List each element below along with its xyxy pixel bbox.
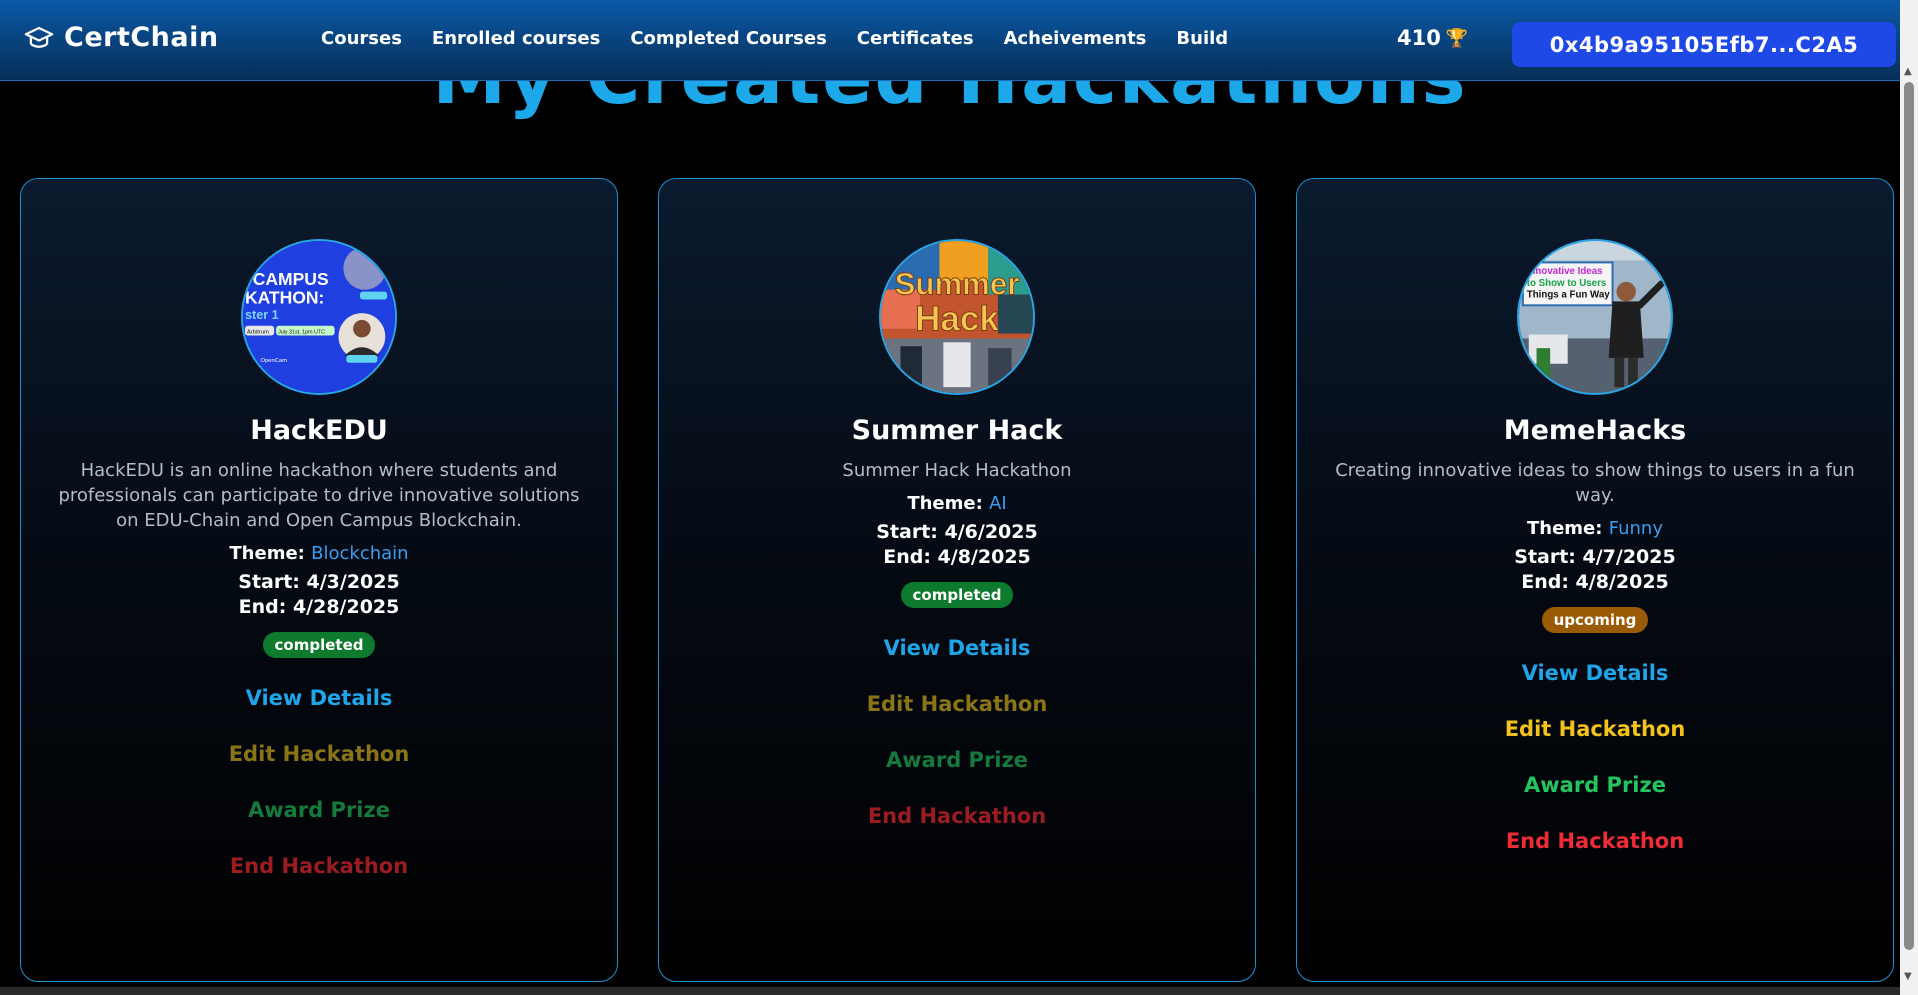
hackathon-dates: Start: 4/6/2025 End: 4/8/2025	[876, 520, 1037, 570]
brand-logo[interactable]: CertChain	[24, 22, 219, 53]
nav-links: Courses Enrolled courses Completed Cours…	[321, 28, 1228, 49]
award-prize-button[interactable]: Award Prize	[1524, 773, 1666, 797]
end-date: End: 4/8/2025	[883, 546, 1031, 568]
theme-value: AI	[989, 493, 1007, 514]
hackathon-dates: Start: 4/7/2025 End: 4/8/2025	[1514, 545, 1675, 595]
nav-build[interactable]: Build	[1176, 28, 1228, 49]
theme-value: Funny	[1608, 518, 1663, 539]
scroll-up-arrow-icon[interactable]: ▲	[1904, 66, 1912, 77]
bottom-edge	[0, 987, 1900, 995]
hackathon-card-memehacks: Innovative Ideas to Show to Users Things…	[1296, 178, 1894, 982]
theme-value: Blockchain	[311, 543, 409, 564]
award-prize-button[interactable]: Award Prize	[886, 748, 1028, 772]
edit-hackathon-button[interactable]: Edit Hackathon	[229, 742, 410, 766]
end-date: End: 4/8/2025	[1521, 571, 1669, 593]
svg-text:ster 1: ster 1	[245, 308, 279, 322]
hackathon-cards: CAMPUS KATHON: ster 1 Arbitrum July 31st…	[20, 178, 1894, 982]
svg-text:Hack: Hack	[915, 300, 999, 339]
top-navbar: CertChain Courses Enrolled courses Compl…	[0, 0, 1900, 81]
view-details-button[interactable]: View Details	[246, 686, 393, 710]
hackathon-card-hackedu: CAMPUS KATHON: ster 1 Arbitrum July 31st…	[20, 178, 618, 982]
svg-text:Things a Fun Way: Things a Fun Way	[1527, 290, 1611, 301]
award-prize-button[interactable]: Award Prize	[248, 798, 390, 822]
svg-text:to Show to Users: to Show to Users	[1527, 278, 1607, 289]
brand-name: CertChain	[64, 22, 219, 53]
svg-text:Summer: Summer	[895, 267, 1020, 302]
svg-text:Innovative Ideas: Innovative Ideas	[1527, 266, 1603, 277]
summer-hack-banner-image: Summer Hack	[881, 241, 1033, 393]
nav-completed-courses[interactable]: Completed Courses	[630, 28, 826, 49]
scrollbar-thumb[interactable]	[1904, 82, 1914, 950]
status-badge: completed	[900, 582, 1014, 608]
hackathon-theme: Theme: Blockchain	[229, 541, 408, 566]
end-date: End: 4/28/2025	[238, 596, 400, 618]
svg-text:CAMPUS: CAMPUS	[253, 269, 329, 289]
hackathon-card-summer-hack: Summer Hack Summer Hack Summer Hack Hack…	[658, 178, 1256, 982]
svg-text:July 31st, 1pm UTC: July 31st, 1pm UTC	[278, 330, 325, 336]
hackathon-image: Summer Hack	[879, 239, 1035, 395]
hackathon-description: Summer Hack Hackathon	[842, 460, 1072, 481]
svg-text:OpenCam: OpenCam	[261, 358, 288, 364]
start-date: Start: 4/6/2025	[876, 521, 1038, 543]
hackathon-dates: Start: 4/3/2025 End: 4/28/2025	[238, 570, 399, 620]
hackathon-theme: Theme: AI	[907, 491, 1006, 516]
hackathon-name: HackEDU	[250, 415, 388, 446]
status-badge: upcoming	[1541, 607, 1649, 633]
status-badge: completed	[262, 632, 376, 658]
start-date: Start: 4/7/2025	[1514, 546, 1676, 568]
view-details-button[interactable]: View Details	[1522, 661, 1669, 685]
trophy-icon: 🏆	[1445, 27, 1469, 49]
theme-label: Theme:	[229, 543, 305, 564]
scroll-down-arrow-icon[interactable]: ▼	[1904, 971, 1912, 982]
campus-hackathon-banner-image: CAMPUS KATHON: ster 1 Arbitrum July 31st…	[243, 241, 395, 393]
graduation-cap-icon	[24, 26, 54, 48]
end-hackathon-button[interactable]: End Hackathon	[230, 854, 408, 878]
hackathon-name: MemeHacks	[1503, 415, 1687, 446]
nav-enrolled-courses[interactable]: Enrolled courses	[432, 28, 600, 49]
points-value: 410	[1397, 26, 1441, 50]
nav-achievements[interactable]: Acheivements	[1004, 28, 1147, 49]
nav-courses[interactable]: Courses	[321, 28, 402, 49]
hackathon-theme: Theme: Funny	[1527, 516, 1663, 541]
theme-label: Theme:	[907, 493, 983, 514]
edit-hackathon-button[interactable]: Edit Hackathon	[1505, 717, 1686, 741]
nav-certificates[interactable]: Certificates	[857, 28, 974, 49]
hackathon-description: HackEDU is an online hackathon where stu…	[58, 460, 580, 531]
view-details-button[interactable]: View Details	[884, 636, 1031, 660]
svg-text:Arbitrum: Arbitrum	[247, 330, 269, 336]
points-display: 410 🏆	[1397, 26, 1468, 50]
vertical-scrollbar[interactable]: ▲ ▼	[1900, 0, 1918, 995]
start-date: Start: 4/3/2025	[238, 571, 400, 593]
hackathon-description: Creating innovative ideas to show things…	[1335, 460, 1855, 506]
theme-label: Theme:	[1527, 518, 1603, 539]
hackathon-name: Summer Hack	[851, 415, 1063, 446]
svg-text:KATHON:: KATHON:	[245, 287, 324, 307]
end-hackathon-button[interactable]: End Hackathon	[1506, 829, 1684, 853]
hackathon-image: CAMPUS KATHON: ster 1 Arbitrum July 31st…	[241, 239, 397, 395]
memehacks-banner-image: Innovative Ideas to Show to Users Things…	[1519, 241, 1671, 393]
end-hackathon-button[interactable]: End Hackathon	[868, 804, 1046, 828]
wallet-address-button[interactable]: 0x4b9a95105Efb7...C2A5	[1512, 22, 1896, 67]
hackathon-image: Innovative Ideas to Show to Users Things…	[1517, 239, 1673, 395]
edit-hackathon-button[interactable]: Edit Hackathon	[867, 692, 1048, 716]
